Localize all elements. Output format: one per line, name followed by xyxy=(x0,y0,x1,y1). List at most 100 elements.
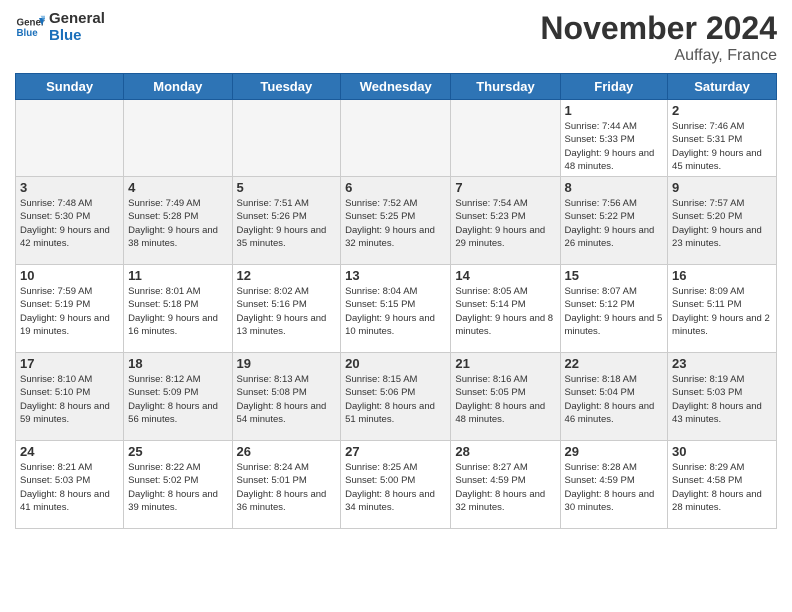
calendar-cell xyxy=(451,100,560,177)
day-number: 11 xyxy=(128,268,227,283)
calendar-cell xyxy=(232,100,341,177)
calendar-cell: 8Sunrise: 7:56 AMSunset: 5:22 PMDaylight… xyxy=(560,177,668,265)
day-number: 30 xyxy=(672,444,772,459)
day-info: Sunrise: 7:59 AMSunset: 5:19 PMDaylight:… xyxy=(20,285,119,338)
calendar-cell: 27 Sunrise: 8:25 AMSunset: 5:00 PMDayligh… xyxy=(341,441,451,529)
location: Auffay, France xyxy=(540,47,777,65)
calendar-cell: 17Sunrise: 8:10 AMSunset: 5:10 PMDayligh… xyxy=(16,353,124,441)
calendar-cell: 26 Sunrise: 8:24 AMSunset: 5:01 PMDayligh… xyxy=(232,441,341,529)
day-info: Sunrise: 7:48 AMSunset: 5:30 PMDaylight:… xyxy=(20,197,119,250)
day-info: Sunrise: 7:51 AMSunset: 5:26 PMDaylight:… xyxy=(237,197,337,250)
calendar-cell: 30 Sunrise: 8:29 AMSunset: 4:58 PMDayligh… xyxy=(668,441,777,529)
calendar-cell: 6Sunrise: 7:52 AMSunset: 5:25 PMDaylight… xyxy=(341,177,451,265)
title-area: November 2024 Auffay, France xyxy=(540,10,777,65)
day-info: Sunrise: 8:21 AMSunset: 5:03 PMDaylight:… xyxy=(20,461,119,514)
day-number: 23 xyxy=(672,356,772,371)
day-number: 12 xyxy=(237,268,337,283)
day-number: 18 xyxy=(128,356,227,371)
day-info: Sunrise: 7:49 AMSunset: 5:28 PMDaylight:… xyxy=(128,197,227,250)
day-number: 26 xyxy=(237,444,337,459)
day-number: 20 xyxy=(345,356,446,371)
calendar-cell: 16 Sunrise: 8:09 AMSunset: 5:11 PMDayligh… xyxy=(668,265,777,353)
day-info: Sunrise: 8:07 AMSunset: 5:12 PMDaylight:… xyxy=(565,285,664,338)
page-container: General Blue General Blue November 2024 … xyxy=(0,0,792,539)
day-info: Sunrise: 8:29 AMSunset: 4:58 PMDaylight:… xyxy=(672,461,772,514)
day-number: 24 xyxy=(20,444,119,459)
calendar-header-row: Sunday Monday Tuesday Wednesday Thursday… xyxy=(16,74,777,100)
day-number: 4 xyxy=(128,180,227,195)
logo: General Blue General Blue xyxy=(15,10,105,44)
day-info: Sunrise: 7:57 AMSunset: 5:20 PMDaylight:… xyxy=(672,197,772,250)
calendar-cell: 23 Sunrise: 8:19 AMSunset: 5:03 PMDayligh… xyxy=(668,353,777,441)
day-number: 3 xyxy=(20,180,119,195)
day-number: 28 xyxy=(455,444,555,459)
day-info: Sunrise: 8:05 AMSunset: 5:14 PMDaylight:… xyxy=(455,285,555,338)
calendar-cell: 7 Sunrise: 7:54 AMSunset: 5:23 PMDaylight… xyxy=(451,177,560,265)
day-number: 17 xyxy=(20,356,119,371)
day-number: 22 xyxy=(565,356,664,371)
day-number: 5 xyxy=(237,180,337,195)
day-info: Sunrise: 8:27 AMSunset: 4:59 PMDaylight:… xyxy=(455,461,555,514)
logo-icon: General Blue xyxy=(15,12,45,42)
calendar-cell: 1 Sunrise: 7:44 AMSunset: 5:33 PMDaylight… xyxy=(560,100,668,177)
calendar-cell: 13 Sunrise: 8:04 AMSunset: 5:15 PMDayligh… xyxy=(341,265,451,353)
calendar-cell: 22 Sunrise: 8:18 AMSunset: 5:04 PMDayligh… xyxy=(560,353,668,441)
day-number: 27 xyxy=(345,444,446,459)
day-info: Sunrise: 8:25 AMSunset: 5:00 PMDaylight:… xyxy=(345,461,446,514)
day-info: Sunrise: 8:15 AMSunset: 5:06 PMDaylight:… xyxy=(345,373,446,426)
day-info: Sunrise: 8:04 AMSunset: 5:15 PMDaylight:… xyxy=(345,285,446,338)
day-number: 2 xyxy=(672,103,772,118)
month-title: November 2024 xyxy=(540,10,777,47)
col-tuesday: Tuesday xyxy=(232,74,341,100)
day-number: 15 xyxy=(565,268,664,283)
logo-blue: Blue xyxy=(49,27,105,44)
day-number: 1 xyxy=(565,103,664,118)
calendar-cell: 2 Sunrise: 7:46 AMSunset: 5:31 PMDaylight… xyxy=(668,100,777,177)
day-number: 10 xyxy=(20,268,119,283)
day-info: Sunrise: 7:44 AMSunset: 5:33 PMDaylight:… xyxy=(565,120,664,173)
day-number: 16 xyxy=(672,268,772,283)
day-info: Sunrise: 8:01 AMSunset: 5:18 PMDaylight:… xyxy=(128,285,227,338)
calendar-cell: 11 Sunrise: 8:01 AMSunset: 5:18 PMDayligh… xyxy=(124,265,232,353)
calendar-cell: 15 Sunrise: 8:07 AMSunset: 5:12 PMDayligh… xyxy=(560,265,668,353)
day-number: 21 xyxy=(455,356,555,371)
calendar-week-2: 3 Sunrise: 7:48 AMSunset: 5:30 PMDaylight… xyxy=(16,177,777,265)
calendar-cell: 28 Sunrise: 8:27 AMSunset: 4:59 PMDayligh… xyxy=(451,441,560,529)
calendar-cell: 24 Sunrise: 8:21 AMSunset: 5:03 PMDayligh… xyxy=(16,441,124,529)
day-info: Sunrise: 7:46 AMSunset: 5:31 PMDaylight:… xyxy=(672,120,772,173)
day-number: 6 xyxy=(345,180,446,195)
day-number: 7 xyxy=(455,180,555,195)
day-info: Sunrise: 7:54 AMSunset: 5:23 PMDaylight:… xyxy=(455,197,555,250)
day-info: Sunrise: 8:12 AMSunset: 5:09 PMDaylight:… xyxy=(128,373,227,426)
col-monday: Monday xyxy=(124,74,232,100)
calendar-cell: 21 Sunrise: 8:16 AMSunset: 5:05 PMDayligh… xyxy=(451,353,560,441)
calendar-week-1: 1 Sunrise: 7:44 AMSunset: 5:33 PMDaylight… xyxy=(16,100,777,177)
day-number: 19 xyxy=(237,356,337,371)
day-info: Sunrise: 8:16 AMSunset: 5:05 PMDaylight:… xyxy=(455,373,555,426)
day-info: Sunrise: 8:09 AMSunset: 5:11 PMDaylight:… xyxy=(672,285,772,338)
svg-text:Blue: Blue xyxy=(17,28,39,39)
calendar-cell: 14 Sunrise: 8:05 AMSunset: 5:14 PMDayligh… xyxy=(451,265,560,353)
calendar-cell: 19Sunrise: 8:13 AMSunset: 5:08 PMDayligh… xyxy=(232,353,341,441)
calendar-cell: 3 Sunrise: 7:48 AMSunset: 5:30 PMDaylight… xyxy=(16,177,124,265)
day-number: 29 xyxy=(565,444,664,459)
day-number: 13 xyxy=(345,268,446,283)
calendar-cell: 12Sunrise: 8:02 AMSunset: 5:16 PMDayligh… xyxy=(232,265,341,353)
day-info: Sunrise: 8:22 AMSunset: 5:02 PMDaylight:… xyxy=(128,461,227,514)
col-saturday: Saturday xyxy=(668,74,777,100)
col-thursday: Thursday xyxy=(451,74,560,100)
day-number: 14 xyxy=(455,268,555,283)
day-info: Sunrise: 8:24 AMSunset: 5:01 PMDaylight:… xyxy=(237,461,337,514)
calendar-cell xyxy=(124,100,232,177)
calendar-cell xyxy=(16,100,124,177)
day-info: Sunrise: 8:18 AMSunset: 5:04 PMDaylight:… xyxy=(565,373,664,426)
day-number: 9 xyxy=(672,180,772,195)
header: General Blue General Blue November 2024 … xyxy=(15,10,777,65)
col-sunday: Sunday xyxy=(16,74,124,100)
calendar-cell xyxy=(341,100,451,177)
calendar-cell: 18 Sunrise: 8:12 AMSunset: 5:09 PMDayligh… xyxy=(124,353,232,441)
calendar-week-4: 17Sunrise: 8:10 AMSunset: 5:10 PMDayligh… xyxy=(16,353,777,441)
logo-general: General xyxy=(49,10,105,27)
day-info: Sunrise: 8:28 AMSunset: 4:59 PMDaylight:… xyxy=(565,461,664,514)
day-info: Sunrise: 8:19 AMSunset: 5:03 PMDaylight:… xyxy=(672,373,772,426)
